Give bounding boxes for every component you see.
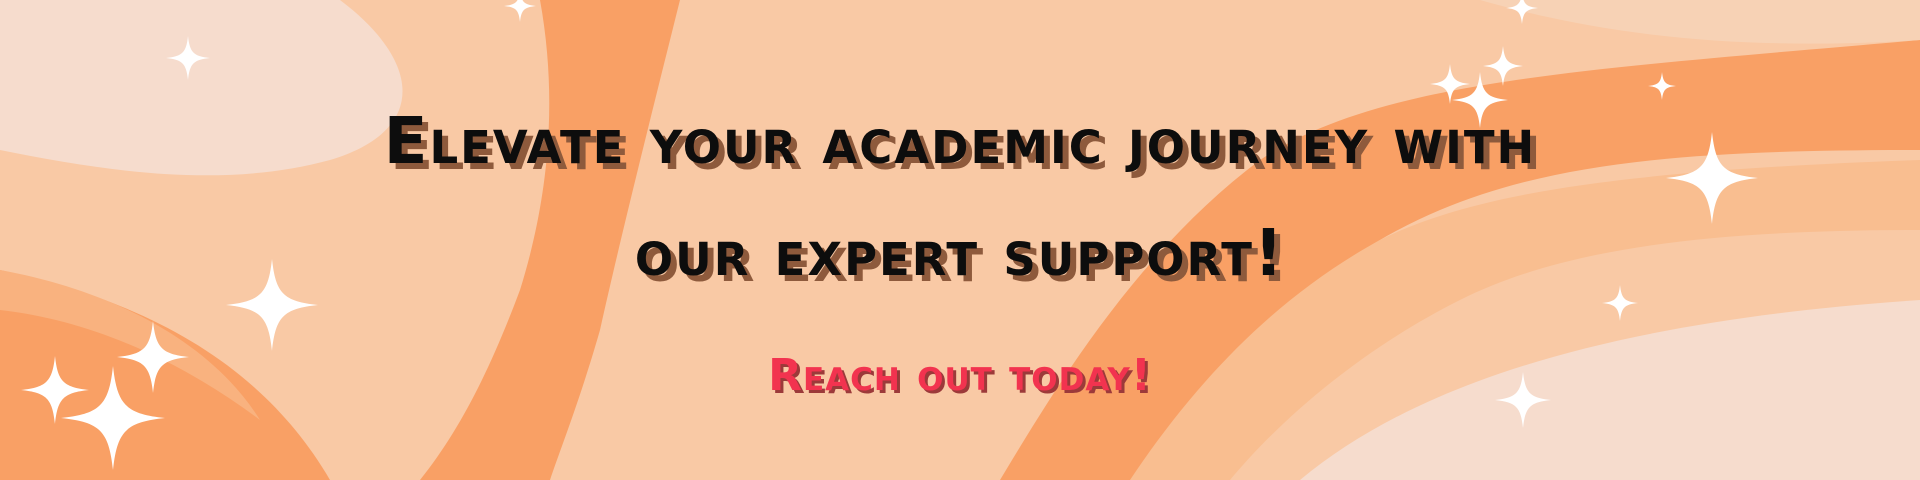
headline-line-2: our expert support! [634, 217, 1286, 291]
headline-line-1: Elevate your academic journey with [383, 105, 1537, 179]
call-to-action: Reach out today! [768, 350, 1152, 401]
headline: Elevate your academic journey with our e… [0, 86, 1920, 310]
banner: Elevate your academic journey with our e… [0, 0, 1920, 480]
